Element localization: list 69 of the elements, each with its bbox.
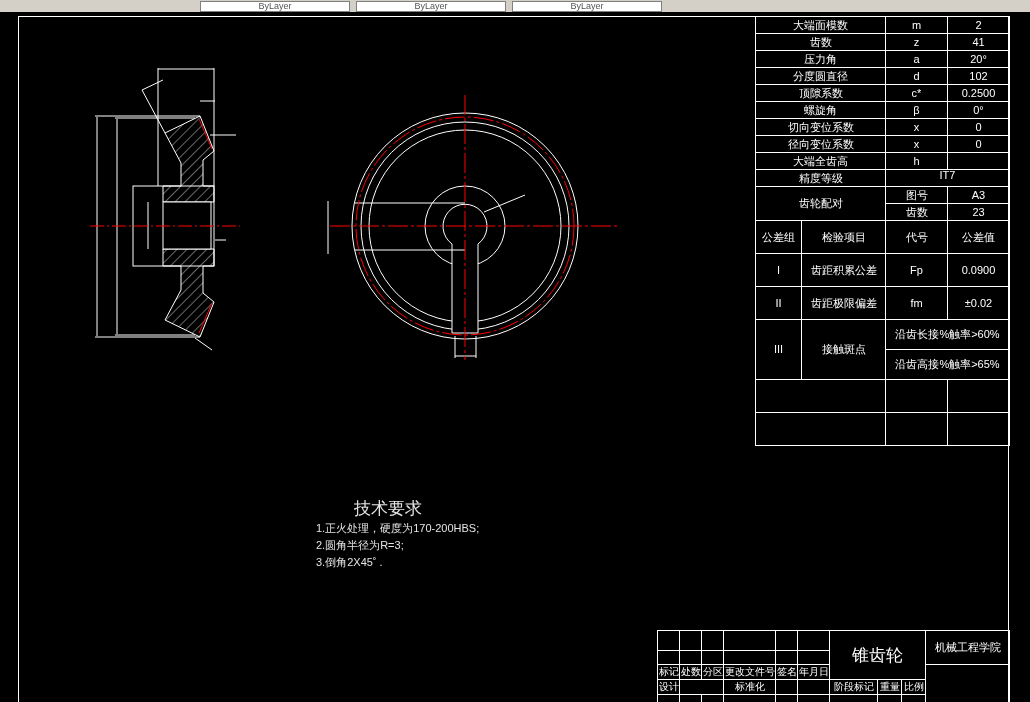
requirement-text: 1.正火处理，硬度为170-200HBS; (316, 521, 480, 536)
parameter-name: 分度圆直径 (755, 67, 886, 85)
parameter-value: 0° (947, 101, 1010, 119)
layer-dropdown[interactable]: ByLayer (512, 1, 662, 12)
parameter-name: 大端面模数 (755, 16, 886, 34)
column-header: 检验项目 (801, 220, 886, 254)
column-header: 公差组 (755, 220, 802, 254)
pairing-field: 齿数 (885, 203, 948, 221)
requirement-text: 2.圆角半径为R=3; (316, 538, 405, 553)
pairing-value: 23 (947, 203, 1010, 221)
layer-dropdown[interactable]: ByLayer (200, 1, 350, 12)
requirements-title: 技术要求 (353, 498, 423, 520)
scale-label: 比例 (901, 679, 926, 695)
weight-label: 重量 (877, 679, 902, 695)
revision-label: 分区 (701, 664, 724, 680)
pairing-label: 齿轮配对 (755, 186, 886, 221)
revision-label: 更改文件号 (723, 664, 776, 680)
requirement-text: 3.倒角2X45˚ . (316, 555, 384, 570)
parameter-value: 0.2500 (947, 84, 1010, 102)
parameter-symbol: a (885, 50, 948, 68)
parameter-symbol: z (885, 33, 948, 51)
parameter-value: 0 (947, 135, 1010, 153)
revision-label: 处数 (679, 664, 702, 680)
parameter-name: 切向变位系数 (755, 118, 886, 136)
parameter-symbol: d (885, 67, 948, 85)
parameter-symbol: x (885, 118, 948, 136)
parameter-symbol: x (885, 135, 948, 153)
layer-dropdown[interactable]: ByLayer (356, 1, 506, 12)
parameter-value: 0 (947, 118, 1010, 136)
pairing-field: 图号 (885, 186, 948, 204)
parameter-name: 压力角 (755, 50, 886, 68)
parameter-value: 102 (947, 67, 1010, 85)
column-header: 代号 (885, 220, 948, 254)
parameter-name: 大端全齿高 (755, 152, 886, 170)
table-cell: III (755, 319, 802, 380)
table-cell: 沿齿高接%触率>65% (885, 349, 1010, 380)
revision-label: 标记 (657, 664, 680, 680)
parameter-value: 20° (947, 50, 1010, 68)
table-cell: 沿齿长接%触率>60% (885, 319, 1010, 350)
table-cell: I (755, 253, 802, 287)
stage-label: 阶段标记 (829, 679, 878, 695)
parameter-symbol: β (885, 101, 948, 119)
standard-label: 标准化 (723, 679, 776, 695)
revision-label: 签名 (775, 664, 798, 680)
table-cell: 0.0900 (947, 253, 1010, 287)
part-name: 锥齿轮 (829, 630, 926, 680)
parameter-name: 精度等级 (755, 169, 886, 187)
design-label: 设计 (657, 679, 680, 695)
column-header: 公差值 (947, 220, 1010, 254)
revision-label: 年月日 (797, 664, 830, 680)
table-cell: II (755, 286, 802, 320)
table-cell: fm (885, 286, 948, 320)
parameter-name: 径向变位系数 (755, 135, 886, 153)
parameter-symbol: m (885, 16, 948, 34)
table-cell: 齿距积累公差 (801, 253, 886, 287)
parameter-value: 41 (947, 33, 1010, 51)
parameter-name: 螺旋角 (755, 101, 886, 119)
table-cell: Fp (885, 253, 948, 287)
parameter-value: 2 (947, 16, 1010, 34)
table-cell: 接触斑点 (801, 319, 886, 380)
table-cell: ±0.02 (947, 286, 1010, 320)
school-name: 机械工程学院 (925, 630, 1010, 665)
table-cell: 齿距极限偏差 (801, 286, 886, 320)
parameter-name: 顶隙系数 (755, 84, 886, 102)
pairing-value: A3 (947, 186, 1010, 204)
parameter-name: 齿数 (755, 33, 886, 51)
parameter-symbol: c* (885, 84, 948, 102)
parameter-value: IT7 (885, 169, 1010, 187)
parameter-symbol: h (885, 152, 948, 170)
